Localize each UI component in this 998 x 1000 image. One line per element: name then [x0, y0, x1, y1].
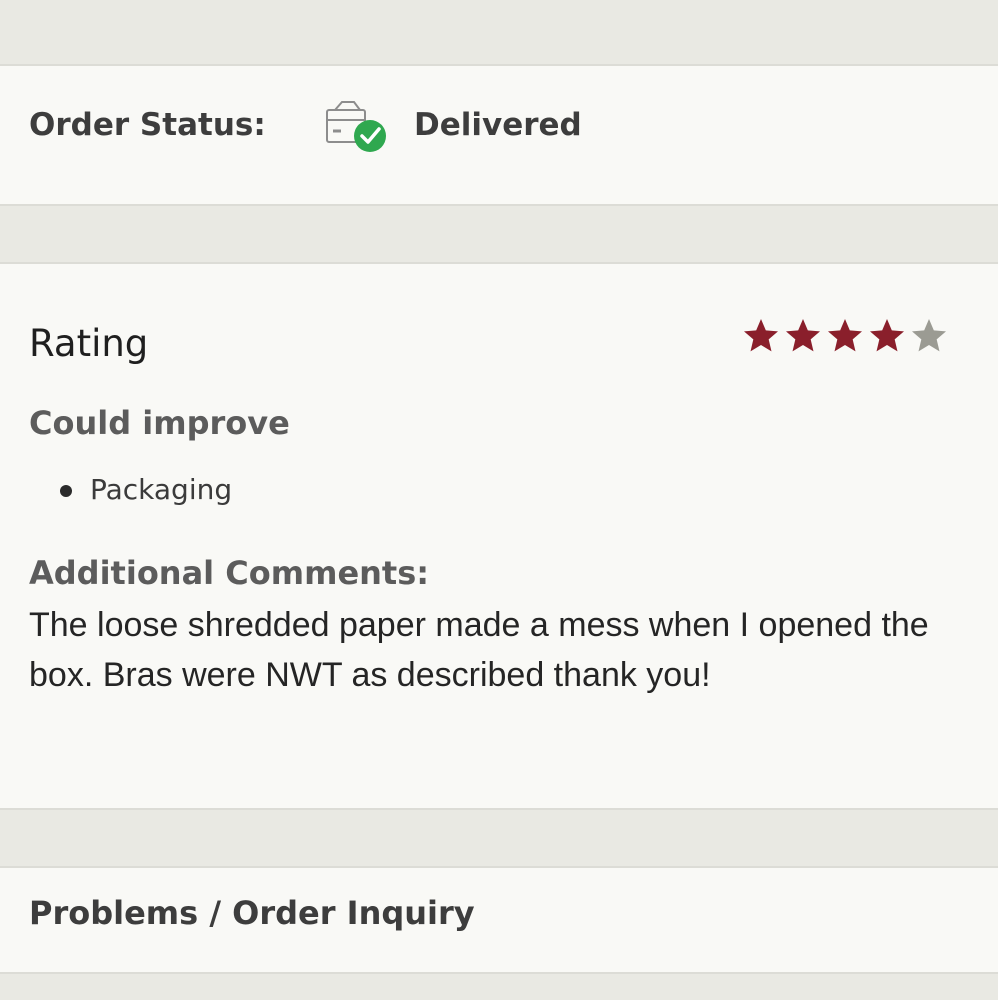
could-improve-item: Packaging	[90, 473, 233, 506]
additional-comments-text: The loose shredded paper made a mess whe…	[29, 606, 929, 694]
order-status-label: Order Status:	[29, 107, 266, 143]
star-empty-icon	[909, 316, 949, 356]
star-filled-icon	[741, 316, 781, 356]
star-filled-icon	[825, 316, 865, 356]
star-rating	[741, 316, 951, 356]
bottom-band	[0, 974, 998, 1000]
separator-band	[0, 810, 998, 866]
star-filled-icon	[783, 316, 823, 356]
order-status-value: Delivered	[414, 107, 582, 143]
delivered-box-icon	[324, 98, 390, 158]
separator-band	[0, 206, 998, 262]
additional-comments-title: Additional Comments:	[29, 554, 430, 592]
star-filled-icon	[867, 316, 907, 356]
top-band	[0, 0, 998, 64]
problems-order-inquiry-link[interactable]: Problems / Order Inquiry	[29, 897, 475, 929]
rating-title: Rating	[29, 322, 149, 365]
bullet-icon	[60, 485, 72, 497]
could-improve-title: Could improve	[29, 404, 290, 442]
